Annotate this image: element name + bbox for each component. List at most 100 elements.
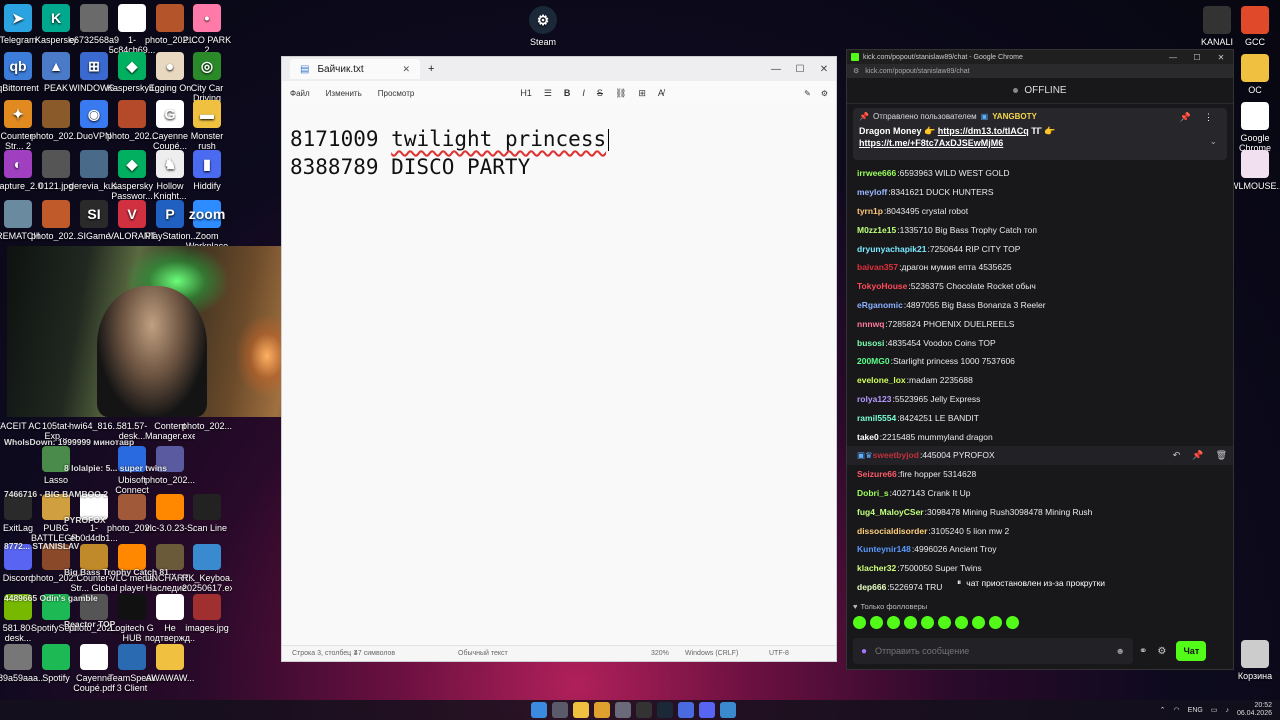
chat-message[interactable]: rolya123: 5523965 Jelly Express xyxy=(857,390,1223,409)
chat-message[interactable]: 200MG0: Starlight princess 1000 7537606 xyxy=(857,352,1223,371)
chat-username[interactable]: evelone_lox xyxy=(857,375,906,385)
desktop-icon[interactable]: ▮ Hiddify xyxy=(182,150,232,191)
chat-message[interactable]: baivan357: драгон мумия епта 4535625 xyxy=(857,258,1223,277)
chat-username[interactable]: take0 xyxy=(857,432,879,442)
chat-message[interactable]: Kunteynir148: 4996026 Ancient Troy xyxy=(857,540,1223,559)
link-icon[interactable]: ⛓ xyxy=(615,88,626,99)
maximize-icon[interactable]: ☐ xyxy=(1185,53,1209,62)
microphone-icon[interactable]: ● xyxy=(861,646,867,657)
chat-message[interactable]: busosi: 4835454 Voodoo Coins TOP xyxy=(857,333,1223,352)
chat-username[interactable]: sweetbyjod xyxy=(873,450,919,460)
desktop-icon[interactable]: photo_202... xyxy=(182,418,232,431)
chat-username[interactable]: M0zz1e15 xyxy=(857,225,896,235)
list-icon[interactable]: ☰ xyxy=(544,88,552,99)
clear-format-icon[interactable]: A̸ xyxy=(658,88,664,99)
unpin-icon[interactable]: 📌 xyxy=(1180,112,1191,123)
chat-message[interactable]: M0zz1e15: 1335710 Big Bass Trophy Catch … xyxy=(857,220,1223,239)
chat-username[interactable]: Dobri_s xyxy=(857,488,889,498)
new-tab-icon[interactable]: + xyxy=(428,63,434,75)
chat-message[interactable]: take0: 2215485 mummyland dragon xyxy=(857,427,1223,446)
chat-message[interactable]: evelone_lox: madam 2235688 xyxy=(857,371,1223,390)
discord-taskbar-icon[interactable] xyxy=(699,702,715,718)
notepad-window[interactable]: ▤ Байчик.txt ✕ + — ☐ ✕ Файл Изменить Про… xyxy=(281,56,837,662)
emote-icon[interactable] xyxy=(887,616,900,629)
pinned-by-user[interactable]: YANGBOTY xyxy=(992,112,1037,121)
network-icon[interactable]: ▭ xyxy=(1211,706,1218,714)
desktop-icon[interactable]: GCC xyxy=(1230,6,1280,47)
notepad-tab[interactable]: ▤ Байчик.txt ✕ xyxy=(290,59,420,79)
close-icon[interactable]: ✕ xyxy=(1209,53,1233,62)
heading-button[interactable]: H1 xyxy=(520,88,532,99)
pinned-link-2[interactable]: https://t.me/+F8tc7AxDJSEwMjM6 xyxy=(859,138,1003,148)
chat-username[interactable]: klacher32 xyxy=(857,563,896,573)
chat-username[interactable]: Seizure66 xyxy=(857,469,897,479)
chat-username[interactable]: baivan357 xyxy=(857,262,898,272)
chat-message[interactable]: ramil5554: 8424251 LE BANDIT xyxy=(857,408,1223,427)
tray-chevron-icon[interactable]: ⌃ xyxy=(1160,706,1166,714)
notes-taskbar-icon[interactable] xyxy=(720,702,736,718)
chat-username[interactable]: dissocialdisorder xyxy=(857,526,927,536)
chat-username[interactable]: irrwee666 xyxy=(857,168,896,178)
minimize-icon[interactable]: — xyxy=(764,64,788,75)
emote-icon[interactable] xyxy=(904,616,917,629)
chat-username[interactable]: ramil5554 xyxy=(857,413,896,423)
desktop-icon[interactable]: zoomZoom Workplace xyxy=(182,200,232,251)
chat-username[interactable]: dep666 xyxy=(857,582,886,592)
chat-message[interactable]: ▣♛ sweetbyjod: 445004 PYROFOX ↶ 📌 🗑 xyxy=(847,445,1233,465)
minimize-icon[interactable]: — xyxy=(1161,53,1185,62)
desktop-icon[interactable]: AWAWAW... xyxy=(145,644,195,683)
desktop-icon[interactable]: Корзина xyxy=(1230,640,1280,681)
desktop-icon[interactable]: WLMOUSE... xyxy=(1230,150,1280,191)
chat-message[interactable]: eRganomic: 4897055 Big Bass Bonanza 3 Re… xyxy=(857,296,1223,315)
emote-icon[interactable] xyxy=(921,616,934,629)
notepad-taskbar-icon[interactable] xyxy=(678,702,694,718)
close-icon[interactable]: ✕ xyxy=(812,64,836,75)
desktop-icon[interactable]: • PICO PARK 2 xyxy=(182,4,232,55)
emote-icon[interactable] xyxy=(853,616,866,629)
chat-message[interactable]: meyloff: 8341621 DUCK HUNTERS xyxy=(857,183,1223,202)
chat-username[interactable]: TokyoHouse xyxy=(857,281,907,291)
chat-username[interactable]: fug4_MaloyCSer xyxy=(857,507,924,517)
chat-username[interactable]: meyloff xyxy=(857,187,887,197)
close-tab-icon[interactable]: ✕ xyxy=(402,64,410,75)
chat-message[interactable]: dryunyachapik21: 7250644 RIP CITY TOP xyxy=(857,239,1223,258)
file-explorer-icon[interactable] xyxy=(573,702,589,718)
notepad-editor[interactable]: 8171009 twilight princess 8388789 DISCO … xyxy=(282,105,836,625)
more-options-icon[interactable]: ⋮ xyxy=(1204,112,1213,123)
chat-paused-banner[interactable]: ⏸ чат приостановлен из-за прокрутки xyxy=(951,575,1112,590)
language-indicator[interactable]: ENG xyxy=(1188,707,1203,714)
emote-icon[interactable] xyxy=(870,616,883,629)
chat-username[interactable]: dryunyachapik21 xyxy=(857,244,926,254)
desktop-icon-steam[interactable]: ⚙ Steam xyxy=(518,6,568,47)
tray-wifi-icon[interactable]: ◠ xyxy=(1174,706,1180,714)
desktop-icon[interactable]: ◎ City Car Driving xyxy=(182,52,232,103)
address-bar[interactable]: ⚙ kick.com/popout/stanislaw89/chat xyxy=(847,64,1233,78)
chat-username[interactable]: Kunteynir148 xyxy=(857,544,911,554)
desktop-icon[interactable]: Google Chrome xyxy=(1230,102,1280,153)
volume-icon[interactable]: ♪ xyxy=(1225,707,1229,714)
task-view-icon[interactable] xyxy=(552,702,568,718)
site-info-icon[interactable]: ⚙ xyxy=(853,67,859,75)
emote-icon[interactable] xyxy=(938,616,951,629)
copilot-icon[interactable]: ✎ xyxy=(804,89,811,98)
chrome-window[interactable]: kick.com/popout/stanislaw89/chat - Googl… xyxy=(846,49,1234,670)
delete-icon[interactable]: 🗑 xyxy=(1216,450,1227,461)
send-chat-button[interactable]: Чат xyxy=(1176,641,1207,661)
chat-username[interactable]: eRganomic xyxy=(857,300,903,310)
chat-input[interactable] xyxy=(875,646,1108,656)
settings-gear-icon[interactable]: ⚙ xyxy=(821,89,828,98)
settings-gear-icon[interactable]: ⚙ xyxy=(1157,646,1166,657)
chat-message[interactable]: irrwee666: 6593963 WILD WEST GOLD xyxy=(857,164,1223,183)
chat-input-area[interactable]: ● ☻ xyxy=(853,638,1133,664)
start-icon[interactable] xyxy=(531,702,547,718)
chat-message[interactable]: Dobri_s: 4027143 Crank It Up xyxy=(857,484,1223,503)
chat-username[interactable]: rolya123 xyxy=(857,394,892,404)
menu-edit[interactable]: Изменить xyxy=(326,89,362,98)
chat-username[interactable]: nnnwq xyxy=(857,319,884,329)
pinned-link-1[interactable]: https://dm13.to/tIACq xyxy=(938,126,1029,136)
chat-message[interactable]: fug4_MaloyCSer: 3098478 Mining Rush30984… xyxy=(857,502,1223,521)
chevron-down-icon[interactable]: ⌄ xyxy=(1209,136,1217,147)
chat-message[interactable]: TokyoHouse: 5236375 Chocolate Rocket обы… xyxy=(857,277,1223,296)
emote-icon[interactable] xyxy=(972,616,985,629)
chat-username[interactable]: tyrn1p xyxy=(857,206,883,216)
